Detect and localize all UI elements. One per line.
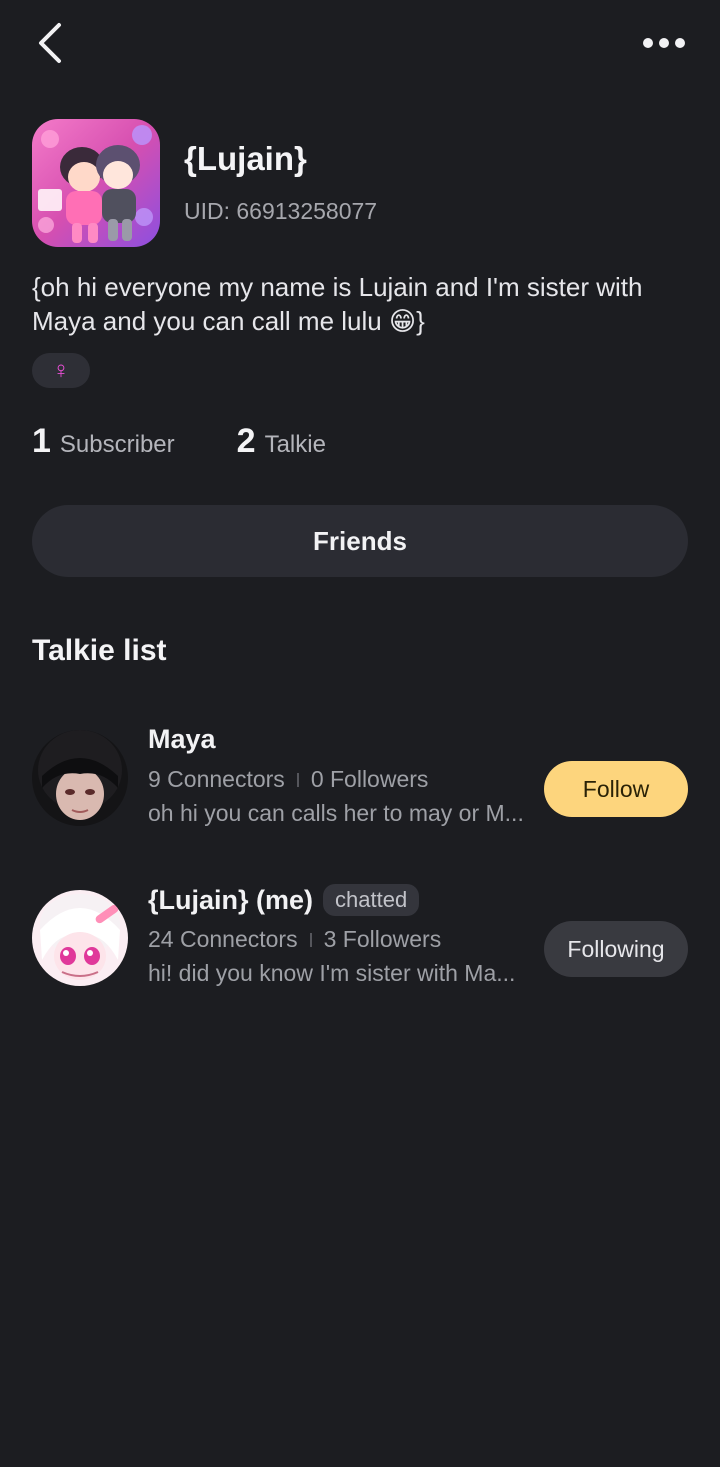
avatar[interactable]	[32, 730, 128, 826]
friends-button[interactable]: Friends	[32, 505, 688, 577]
stat-talkie-count: 2	[236, 422, 256, 460]
profile-name: {Lujain}	[184, 140, 307, 177]
talkie-name: Maya	[148, 724, 216, 754]
profile-uid: UID: 66913258077	[184, 198, 378, 224]
row-name-line: {Lujain} (me) chatted	[148, 884, 420, 916]
chatted-badge: chatted	[323, 884, 420, 916]
avatar[interactable]	[32, 890, 128, 986]
chevron-left-icon	[39, 23, 61, 63]
talkie-description: hi! did you know I'm sister with Ma...	[148, 960, 516, 986]
lujain-avatar-image	[32, 890, 128, 986]
profile-bio: {oh hi everyone my name is Lujain and I'…	[32, 272, 643, 336]
maya-avatar-image	[32, 730, 128, 826]
stat-talkie-label: Talkie	[264, 431, 326, 458]
talkie-description: oh hi you can calls her to may or M...	[148, 800, 524, 826]
row-name-line: Maya	[148, 724, 216, 755]
talkie-list-title: Talkie list	[32, 634, 167, 667]
top-bar	[0, 0, 720, 90]
followers-count: 0 Followers	[310, 766, 429, 792]
more-options-button[interactable]	[634, 22, 694, 64]
gender-badge: ♀	[32, 353, 90, 388]
connectors-count: 9 Connectors	[148, 766, 285, 792]
profile-avatar[interactable]	[32, 119, 160, 247]
stat-subscriber[interactable]: 1 Subscriber	[32, 422, 175, 461]
stat-subscriber-label: Subscriber	[59, 431, 175, 458]
list-item[interactable]: {Lujain} (me) chatted 24 Connectors 3 Fo…	[0, 872, 720, 992]
profile-avatar-image	[32, 119, 160, 247]
divider	[296, 772, 299, 787]
followers-count: 3 Followers	[323, 926, 442, 952]
talkie-name: {Lujain} (me)	[148, 884, 314, 915]
talkie-stats: 9 Connectors 0 Followers	[148, 766, 428, 793]
talkie-stats: 24 Connectors 3 Followers	[148, 926, 441, 953]
profile-stats: 1 Subscriber 2 Talkie	[32, 422, 326, 466]
connectors-count: 24 Connectors	[148, 926, 298, 952]
list-item[interactable]: Maya 9 Connectors 0 Followers oh hi you …	[0, 712, 720, 832]
stat-subscriber-count: 1	[32, 422, 51, 460]
divider	[309, 932, 312, 947]
stat-talkie[interactable]: 2 Talkie	[237, 422, 326, 461]
more-horizontal-icon	[643, 38, 685, 48]
following-button[interactable]: Following	[544, 921, 688, 977]
back-button[interactable]	[28, 18, 72, 68]
follow-button[interactable]: Follow	[544, 761, 688, 817]
female-gender-icon: ♀	[52, 356, 70, 384]
